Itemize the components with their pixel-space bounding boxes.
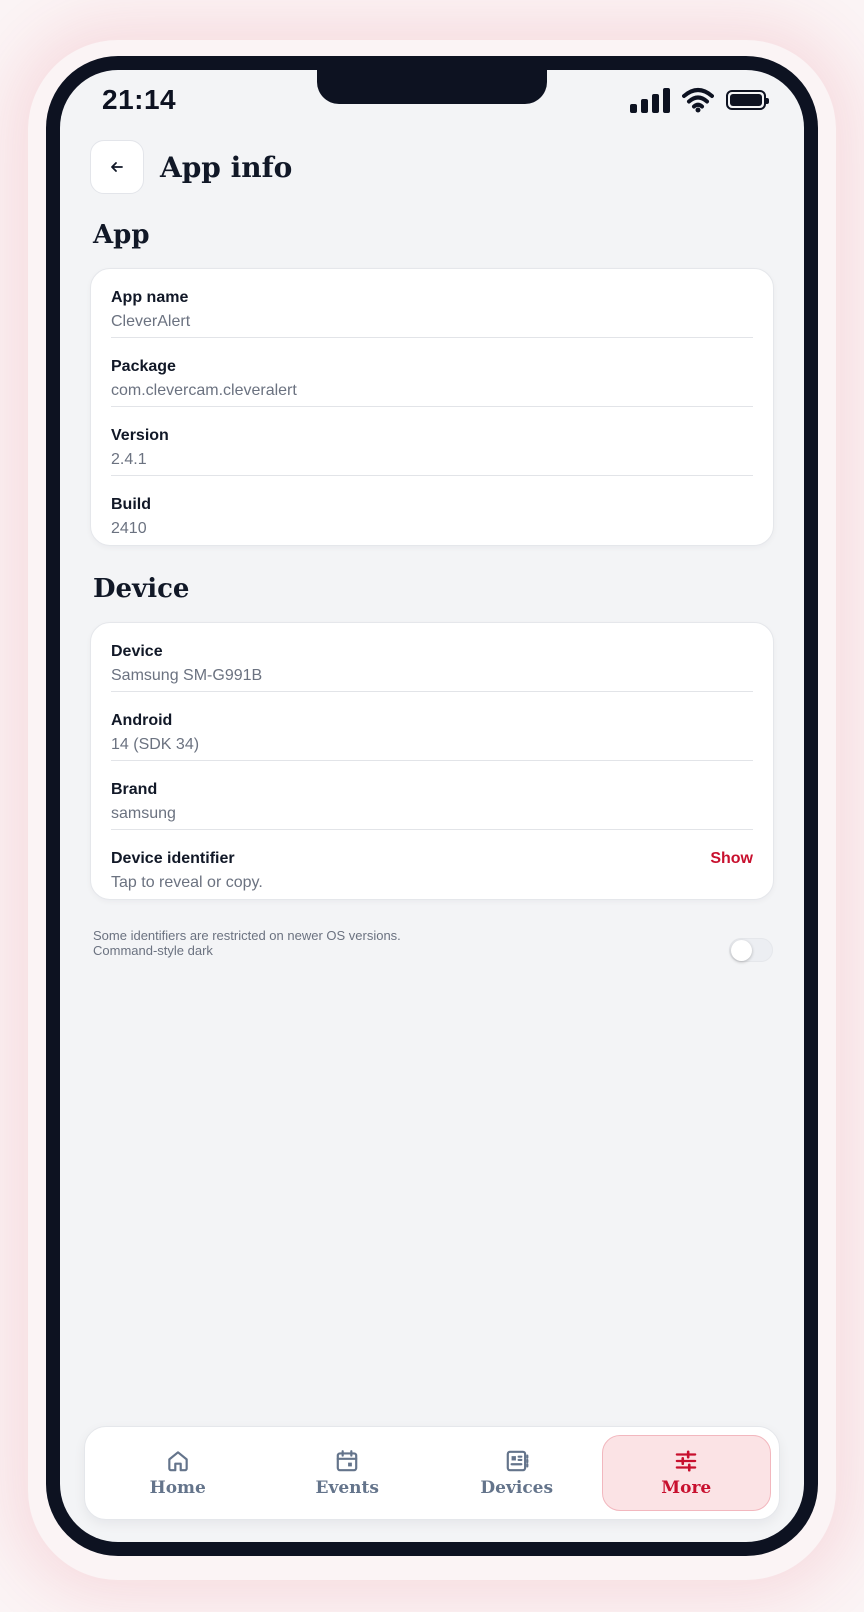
screen: 21:14 App info App App name CleverAlert … xyxy=(60,70,804,1542)
tab-home[interactable]: Home xyxy=(93,1435,263,1511)
row-value: Samsung SM-G991B xyxy=(111,667,263,684)
row-label: Brand xyxy=(111,781,158,798)
row-android: Android 14 (SDK 34) xyxy=(111,692,753,761)
devices-icon xyxy=(506,1450,529,1472)
show-identifier-button[interactable]: Show xyxy=(710,850,753,868)
row-label: Build xyxy=(111,496,151,513)
status-icons xyxy=(630,87,769,113)
row-value: 2410 xyxy=(111,520,147,537)
tab-more[interactable]: More xyxy=(601,1435,771,1511)
tab-label: More xyxy=(661,1478,712,1498)
row-value: 2.4.1 xyxy=(111,451,147,468)
notch xyxy=(317,70,547,104)
row-version: Version 2.4.1 xyxy=(111,407,753,476)
app-info-card: App name CleverAlert Package com.cleverc… xyxy=(90,268,774,546)
arrow-left-icon xyxy=(111,162,123,172)
toggle-label: Command-style dark xyxy=(93,942,213,958)
page-title: App info xyxy=(160,150,293,184)
row-label: Device xyxy=(111,643,163,660)
row-device-identifier[interactable]: Device identifier Tap to reveal or copy.… xyxy=(111,830,753,899)
signal-icon xyxy=(630,87,670,113)
wifi-icon xyxy=(682,88,714,113)
tab-label: Home xyxy=(149,1478,206,1498)
back-button[interactable] xyxy=(90,140,144,194)
row-value: 14 (SDK 34) xyxy=(111,736,200,753)
bottom-tab-bar: Home Events Devices More xyxy=(84,1426,780,1520)
home-icon xyxy=(168,1451,188,1472)
row-package: Package com.clevercam.cleveralert xyxy=(111,338,753,407)
row-label: Device identifier xyxy=(111,850,235,867)
section-title-app: App xyxy=(93,220,150,250)
row-device: Device Samsung SM-G991B xyxy=(111,623,753,692)
tab-label: Events xyxy=(315,1478,379,1498)
row-label: Version xyxy=(111,427,169,444)
row-label: Android xyxy=(111,712,173,729)
row-app-name: App name CleverAlert xyxy=(111,269,753,338)
row-label: Package xyxy=(111,358,176,375)
status-time: 21:14 xyxy=(102,84,177,115)
sliders-icon xyxy=(675,1450,697,1472)
header: App info xyxy=(90,140,292,194)
tab-label: Devices xyxy=(480,1478,554,1498)
device-info-card: Device Samsung SM-G991B Android 14 (SDK … xyxy=(90,622,774,900)
row-value: samsung xyxy=(111,805,176,822)
row-value: Tap to reveal or copy. xyxy=(111,874,263,891)
row-build: Build 2410 xyxy=(111,476,753,545)
phone-frame: 21:14 App info App App name CleverAlert … xyxy=(46,56,818,1556)
tab-events[interactable]: Events xyxy=(263,1435,433,1511)
dark-mode-toggle[interactable] xyxy=(729,938,773,962)
tab-devices[interactable]: Devices xyxy=(432,1435,602,1511)
row-value: com.clevercam.cleveralert xyxy=(111,382,297,399)
battery-icon xyxy=(726,90,769,110)
row-brand: Brand samsung xyxy=(111,761,753,830)
toggle-knob xyxy=(731,940,752,961)
calendar-icon xyxy=(336,1450,358,1472)
dark-mode-setting: Command-style dark xyxy=(93,938,773,962)
row-value: CleverAlert xyxy=(111,313,191,330)
row-label: App name xyxy=(111,289,189,306)
section-title-device: Device xyxy=(93,574,190,604)
